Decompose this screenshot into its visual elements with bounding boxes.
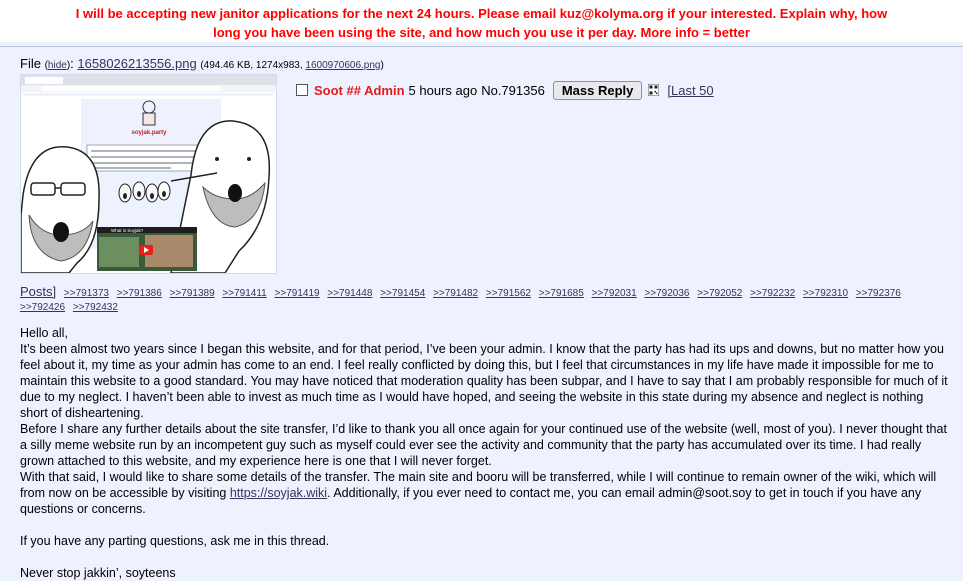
file-meta: (494.46 KB, 1274x983, 1600970606.png) <box>200 60 384 71</box>
reply-link[interactable]: >>792426 <box>20 302 65 313</box>
post-paragraph-3: With that said, I would like to share so… <box>20 470 937 516</box>
post-signoff: Never stop jakkin’, soyteens <box>20 566 176 580</box>
post-intro: Soot ## Admin 5 hours ago No.791356 Mass… <box>296 80 714 100</box>
thumbnail-video-title: What is Soyjak? <box>111 228 144 233</box>
qr-code-icon[interactable] <box>647 83 660 97</box>
reply-link[interactable]: >>791373 <box>64 288 109 299</box>
post-select-checkbox[interactable] <box>296 84 308 96</box>
reply-link[interactable]: >>792031 <box>592 288 637 299</box>
reply-link[interactable]: >>791482 <box>433 288 478 299</box>
announcement-line-1: I will be accepting new janitor applicat… <box>75 6 888 21</box>
reply-link[interactable]: >>791386 <box>117 288 162 299</box>
post-greeting: Hello all, <box>20 326 68 340</box>
wiki-link[interactable]: https://soyjak.wiki <box>230 486 327 500</box>
mass-reply-button[interactable]: Mass Reply <box>552 80 643 100</box>
post-paragraph-4: If you have any parting questions, ask m… <box>20 534 330 548</box>
reply-link[interactable]: >>791562 <box>486 288 531 299</box>
post-number-link[interactable]: No.791356 <box>481 83 545 98</box>
post-body: Hello all, It’s been almost two years si… <box>20 325 950 581</box>
thumbnail-image: soyjak.party What is Soyjak? <box>21 75 276 273</box>
announcement-banner: I will be accepting new janitor applicat… <box>0 0 963 42</box>
reply-link[interactable]: >>792310 <box>803 288 848 299</box>
last-50-link[interactable]: [Last 50 <box>667 83 713 98</box>
file-link[interactable]: 1658026213556.png <box>77 56 196 71</box>
reply-link[interactable]: >>791419 <box>275 288 320 299</box>
hide-file-link[interactable]: hide <box>48 60 67 71</box>
post-time: 5 hours ago <box>408 82 478 98</box>
reply-link[interactable]: >>792432 <box>73 302 118 313</box>
reply-link[interactable]: >>791389 <box>170 288 215 299</box>
reply-links: Posts] >>791373 >>791386 >>791389 >>7914… <box>20 285 950 315</box>
poster-name: Soot ## Admin <box>314 82 405 98</box>
reply-link[interactable]: >>791411 <box>222 288 266 299</box>
reply-link[interactable]: >>791454 <box>380 288 425 299</box>
file-label: File <box>20 56 41 71</box>
reply-link[interactable]: >>791448 <box>327 288 372 299</box>
file-info: File (hide): 1658026213556.png (494.46 K… <box>20 56 384 71</box>
announcement-line-2: long you have been using the site, and h… <box>213 25 750 40</box>
divider <box>0 46 963 47</box>
reply-link[interactable]: >>792376 <box>856 288 901 299</box>
post-paragraph-1: It’s been almost two years since I began… <box>20 342 948 420</box>
reply-link[interactable]: >>792232 <box>750 288 795 299</box>
reply-link[interactable]: >>792052 <box>697 288 742 299</box>
original-filename-link[interactable]: 1600970606.png <box>305 60 380 71</box>
post-paragraph-2: Before I share any further details about… <box>20 422 947 468</box>
posts-link[interactable]: Posts] <box>20 284 56 299</box>
post-image-thumbnail[interactable]: soyjak.party What is Soyjak? <box>20 74 277 274</box>
reply-link[interactable]: >>792036 <box>644 288 689 299</box>
thumbnail-site-title: soyjak.party <box>131 130 167 136</box>
reply-link[interactable]: >>791685 <box>539 288 584 299</box>
